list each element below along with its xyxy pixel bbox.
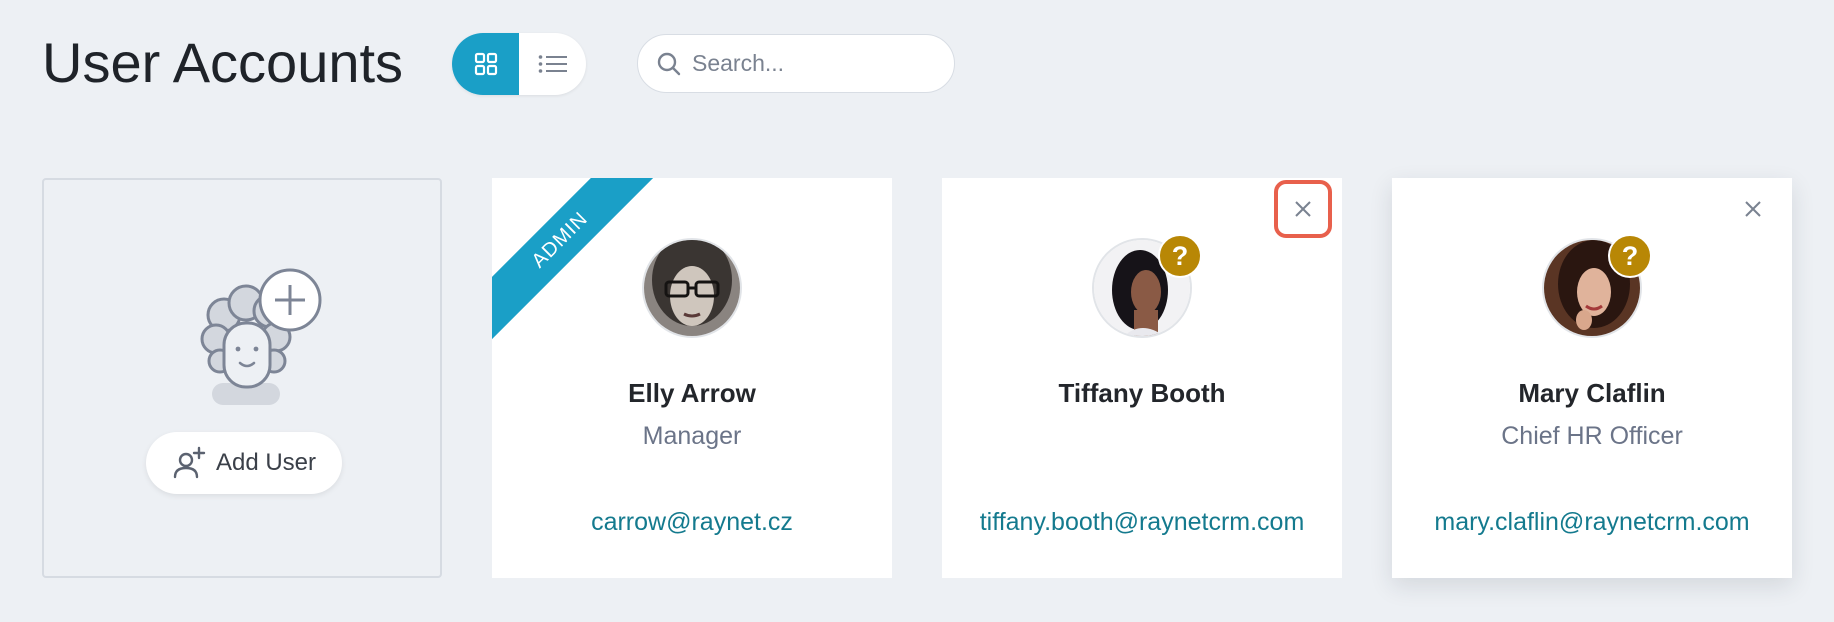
user-email-link[interactable]: tiffany.booth@raynetcrm.com [942,508,1342,537]
search-box[interactable] [637,34,955,93]
search-input[interactable] [690,49,934,78]
user-name: Mary Claflin [1518,378,1666,408]
admin-ribbon-label: ADMIN [527,207,592,272]
user-role: Manager [642,422,742,450]
user-accounts-page: User Accounts Search... Add User ADMIN E… [0,0,1834,622]
list-icon [538,55,567,73]
user-card[interactable]: ? Mary Claflin Chief HR Officer mary.cla… [1392,178,1792,578]
close-button[interactable] [1724,180,1782,238]
add-user-card[interactable]: Add User [42,178,442,578]
grid-view-button[interactable] [452,33,519,95]
add-user-icon [173,446,206,479]
user-role: Chief HR Officer [1501,422,1683,450]
close-button[interactable] [1274,180,1332,238]
user-card[interactable]: ? Tiffany Booth tiffany.booth@raynetcrm.… [942,178,1342,578]
add-user-label: Add User [215,449,317,476]
unknown-status-badge: ? [1158,234,1202,278]
admin-ribbon: ADMIN [492,178,661,341]
add-user-button[interactable]: Add User [146,432,342,494]
add-user-illustration [200,268,322,405]
avatar [642,238,742,338]
search-icon [656,51,682,77]
user-card[interactable]: ADMIN Elly Arrow Manager carrow@raynet.c… [492,178,892,578]
user-email-link[interactable]: mary.claflin@raynetcrm.com [1392,508,1792,537]
unknown-status-badge: ? [1608,234,1652,278]
page-title: User Accounts [42,31,404,94]
view-toggle [452,33,586,95]
grid-icon [474,52,497,76]
list-view-button[interactable] [519,33,586,95]
user-name: Tiffany Booth [1058,378,1226,408]
close-icon [1295,201,1311,217]
user-email-link[interactable]: carrow@raynet.cz [492,508,892,537]
close-icon [1745,201,1761,217]
user-name: Elly Arrow [628,378,756,408]
